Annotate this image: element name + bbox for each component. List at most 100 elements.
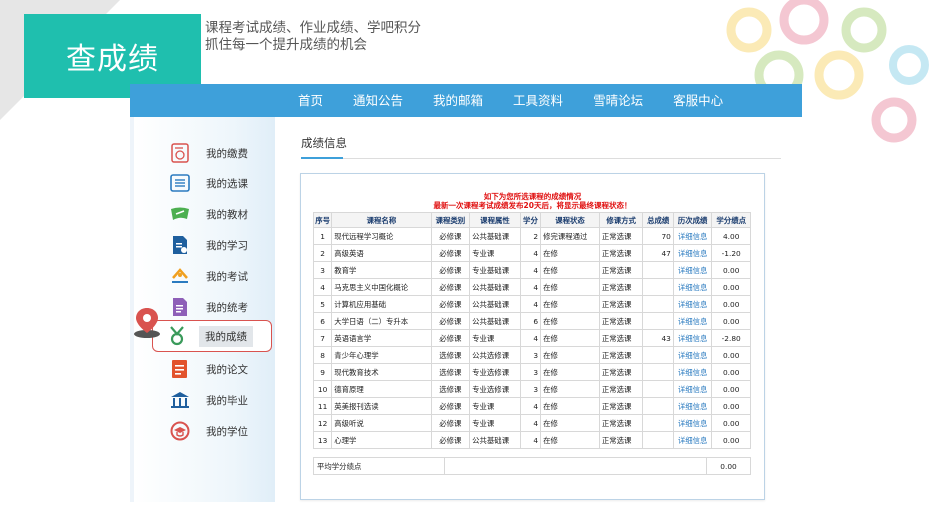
- col-header: 序号: [312, 212, 333, 228]
- sidebar-item-course-select[interactable]: 我的选课: [170, 171, 248, 195]
- nav-tools[interactable]: 工具资料: [513, 84, 563, 117]
- cell-credit: 3: [519, 363, 542, 381]
- notice-line-2: 最新一次课程考试成绩发布20天后，将显示最终课程状态！: [433, 201, 632, 210]
- cell-gpa: 0.00: [711, 414, 751, 432]
- sidebar-item-study[interactable]: 我的学习: [170, 233, 248, 257]
- cell-category: 必修课: [430, 261, 471, 279]
- cell-course-name: 青少年心理学: [331, 346, 432, 364]
- sidebar-item-label: 我的选课: [206, 177, 248, 190]
- sidebar-item-label: 我的统考: [206, 301, 248, 314]
- cell-gpa: 0.00: [711, 261, 751, 279]
- cell-history-link[interactable]: 详细信息: [672, 329, 713, 347]
- unified-exam-icon: [170, 297, 190, 317]
- cell-course-name: 高级听说: [331, 414, 432, 432]
- cell-status: 在修: [540, 414, 600, 432]
- cell-status: 在修: [540, 261, 600, 279]
- cell-credit: 4: [519, 261, 542, 279]
- cell-total-score: [642, 397, 674, 415]
- cell-credit: 4: [519, 244, 542, 262]
- cell-history-link[interactable]: 详细信息: [672, 380, 713, 398]
- table-row: 7 英语语言学 必修课 专业课 4 在修 正常选课 43 详细信息 -2.80: [312, 329, 751, 347]
- subtitle-line-1: 课程考试成绩、作业成绩、学吧积分: [205, 20, 421, 36]
- cell-total-score: 47: [642, 244, 674, 262]
- cell-course-name: 教育学: [331, 261, 432, 279]
- cell-mode: 正常选课: [598, 397, 644, 415]
- cell-course-name: 大学日语（二）专升本: [331, 312, 432, 330]
- cell-course-name: 现代远程学习概论: [331, 227, 432, 245]
- nav-home[interactable]: 首页: [298, 84, 323, 117]
- cell-gpa: 0.00: [711, 363, 751, 381]
- table-row: 2 高级英语 必修课 专业课 4 在修 正常选课 47 详细信息 -1.20: [312, 244, 751, 262]
- top-navbar: 首页 通知公告 我的邮箱 工具资料 雪晴论坛 客服中心: [130, 84, 802, 117]
- cell-index: 4: [312, 278, 333, 296]
- cell-category: 必修课: [430, 295, 471, 313]
- cell-credit: 4: [519, 278, 542, 296]
- sidebar-item-label: 我的毕业: [206, 394, 248, 407]
- cell-index: 2: [312, 244, 333, 262]
- sidebar-item-label: 我的学位: [206, 425, 248, 438]
- nav-forum[interactable]: 雪晴论坛: [593, 84, 643, 117]
- sidebar-item-unified-exam[interactable]: 我的统考: [170, 295, 248, 319]
- cell-attribute: 专业基础课: [469, 261, 521, 279]
- cell-gpa: 0.00: [711, 346, 751, 364]
- cell-index: 3: [312, 261, 333, 279]
- nav-announcements[interactable]: 通知公告: [353, 84, 403, 117]
- sidebar-item-label: 我的缴费: [206, 147, 248, 160]
- table-row: 10 德育原理 选修课 专业选修课 3 在修 正常选课 详细信息 0.00: [312, 380, 751, 398]
- cell-history-link[interactable]: 详细信息: [672, 414, 713, 432]
- cell-attribute: 专业选修课: [469, 380, 521, 398]
- col-header: 课程状态: [540, 212, 600, 228]
- tab-active-indicator: [301, 157, 343, 159]
- cell-credit: 6: [519, 312, 542, 330]
- sidebar-item-payment[interactable]: 我的缴费: [170, 141, 248, 165]
- nav-mailbox[interactable]: 我的邮箱: [433, 84, 483, 117]
- cell-attribute: 公共基础课: [469, 312, 521, 330]
- cell-history-link[interactable]: 详细信息: [672, 244, 713, 262]
- sidebar-item-graduation[interactable]: 我的毕业: [170, 388, 248, 412]
- col-header: 课程名称: [331, 212, 432, 228]
- sidebar-item-thesis[interactable]: 我的论文: [170, 357, 248, 381]
- cell-credit: 4: [519, 414, 542, 432]
- tab-grade-info[interactable]: 成绩信息: [301, 135, 347, 151]
- sidebar-item-degree[interactable]: 我的学位: [170, 419, 248, 443]
- cell-category: 选修课: [430, 363, 471, 381]
- cell-history-link[interactable]: 详细信息: [672, 227, 713, 245]
- cell-attribute: 公共选修课: [469, 346, 521, 364]
- cell-status: 在修: [540, 363, 600, 381]
- cell-total-score: [642, 431, 674, 449]
- cell-course-name: 心理学: [331, 431, 432, 449]
- cell-history-link[interactable]: 详细信息: [672, 346, 713, 364]
- cell-history-link[interactable]: 详细信息: [672, 431, 713, 449]
- cell-history-link[interactable]: 详细信息: [672, 295, 713, 313]
- sidebar-item-label: 我的考试: [206, 270, 248, 283]
- cell-index: 5: [312, 295, 333, 313]
- cell-history-link[interactable]: 详细信息: [672, 278, 713, 296]
- sidebar-item-exam[interactable]: 我的考试: [170, 264, 248, 288]
- cell-mode: 正常选课: [598, 380, 644, 398]
- cell-total-score: 43: [642, 329, 674, 347]
- cell-mode: 正常选课: [598, 431, 644, 449]
- sidebar-item-textbook[interactable]: 我的教材: [170, 202, 248, 226]
- cell-status: 在修: [540, 312, 600, 330]
- cell-mode: 正常选课: [598, 363, 644, 381]
- cell-course-name: 计算机应用基础: [331, 295, 432, 313]
- location-pin-icon: [134, 308, 160, 338]
- cell-history-link[interactable]: 详细信息: [672, 261, 713, 279]
- cell-history-link[interactable]: 详细信息: [672, 363, 713, 381]
- grades-panel: 如下为您所选课程的成绩情况 最新一次课程考试成绩发布20天后，将显示最终课程状态…: [300, 173, 765, 500]
- cell-course-name: 现代教育技术: [331, 363, 432, 381]
- table-row: 9 现代教育技术 选修课 专业选修课 3 在修 正常选课 详细信息 0.00: [312, 363, 751, 381]
- nav-support[interactable]: 客服中心: [673, 84, 723, 117]
- sidebar-item-grades[interactable]: 我的成绩: [152, 320, 272, 352]
- cell-total-score: [642, 414, 674, 432]
- grades-notice: 如下为您所选课程的成绩情况 最新一次课程考试成绩发布20天后，将显示最终课程状态…: [309, 192, 756, 210]
- cell-history-link[interactable]: 详细信息: [672, 397, 713, 415]
- cell-attribute: 专业课: [469, 414, 521, 432]
- cell-gpa: 0.00: [711, 431, 751, 449]
- cell-credit: 3: [519, 346, 542, 364]
- cell-history-link[interactable]: 详细信息: [672, 312, 713, 330]
- cell-gpa: 0.00: [711, 397, 751, 415]
- average-gpa-table: 平均学分绩点 0.00: [313, 457, 751, 475]
- sidebar-item-label: 我的成绩: [199, 325, 253, 347]
- sidebar-item-label: 我的论文: [206, 363, 248, 376]
